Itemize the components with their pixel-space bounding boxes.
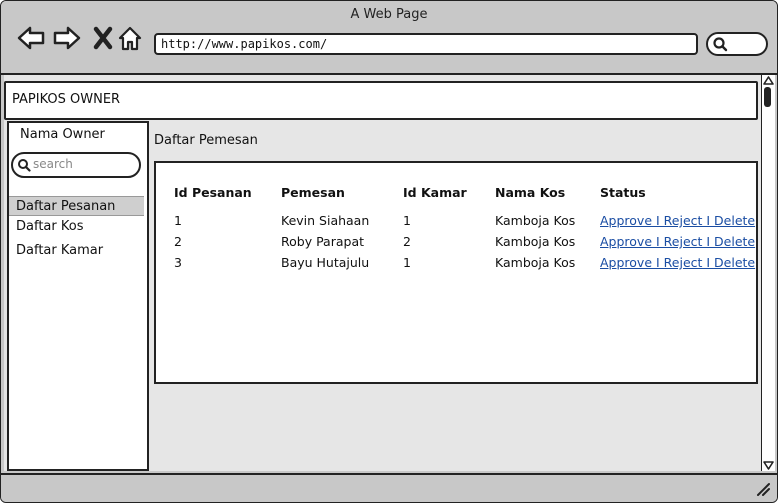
search-icon (713, 37, 728, 52)
status-actions-link[interactable]: Approve I Reject I Delete (600, 213, 755, 228)
table-cell-pemesan: Kevin Siahaan (281, 213, 370, 228)
status-actions-link[interactable]: Approve I Reject I Delete (600, 234, 755, 249)
table-cell-id-kamar: 2 (403, 234, 411, 249)
sidebar-item-daftar-kos[interactable]: Daftar Kos (9, 217, 144, 237)
table-cell-nama-kos: Kamboja Kos (495, 255, 576, 270)
browser-status-bar (1, 473, 777, 502)
browser-search-field[interactable] (706, 32, 768, 56)
page-title: Daftar Pemesan (154, 133, 258, 148)
column-header-status: Status (600, 185, 646, 200)
table-cell-id-pesanan: 1 (174, 213, 182, 228)
status-actions-link[interactable]: Approve I Reject I Delete (600, 255, 755, 270)
table-cell-id-kamar: 1 (403, 213, 411, 228)
browser-window: A Web Page http://www.papikos.com/ PAPIK… (0, 0, 778, 503)
table-cell-nama-kos: Kamboja Kos (495, 213, 576, 228)
scroll-up-icon[interactable] (763, 76, 774, 85)
vertical-scrollbar[interactable] (761, 75, 775, 471)
home-icon[interactable] (117, 25, 145, 51)
table-cell-id-pesanan: 3 (174, 255, 182, 270)
column-header-nama-kos: Nama Kos (495, 185, 566, 200)
column-header-pemesan: Pemesan (281, 185, 345, 200)
owner-name: Nama Owner (20, 127, 105, 142)
scrollbar-thumb[interactable] (764, 87, 771, 107)
table-cell-id-pesanan: 2 (174, 234, 182, 249)
app-header: PAPIKOS OWNER (4, 81, 758, 120)
sidebar-item-daftar-pesanan[interactable]: Daftar Pesanan (9, 196, 144, 216)
table-cell-id-kamar: 1 (403, 255, 411, 270)
column-header-id-pesanan: Id Pesanan (174, 185, 252, 200)
forward-arrow-icon[interactable] (53, 25, 81, 51)
table-cell-pemesan: Roby Parapat (281, 234, 365, 249)
sidebar-item-daftar-kamar[interactable]: Daftar Kamar (9, 241, 144, 261)
back-arrow-icon[interactable] (17, 25, 45, 51)
browser-toolbar: A Web Page http://www.papikos.com/ (1, 1, 777, 75)
search-placeholder: search (33, 157, 73, 171)
search-icon (18, 159, 31, 172)
resize-grip-icon[interactable] (755, 481, 771, 497)
sidebar-search-input[interactable]: search (11, 152, 141, 178)
column-header-id-kamar: Id Kamar (403, 185, 467, 200)
scroll-down-icon[interactable] (763, 461, 774, 470)
app-brand: PAPIKOS OWNER (12, 92, 121, 107)
close-icon[interactable] (91, 25, 119, 51)
table-cell-pemesan: Bayu Hutajulu (281, 255, 370, 270)
window-title: A Web Page (350, 7, 428, 22)
table-cell-nama-kos: Kamboja Kos (495, 234, 576, 249)
address-bar[interactable]: http://www.papikos.com/ (154, 33, 698, 55)
